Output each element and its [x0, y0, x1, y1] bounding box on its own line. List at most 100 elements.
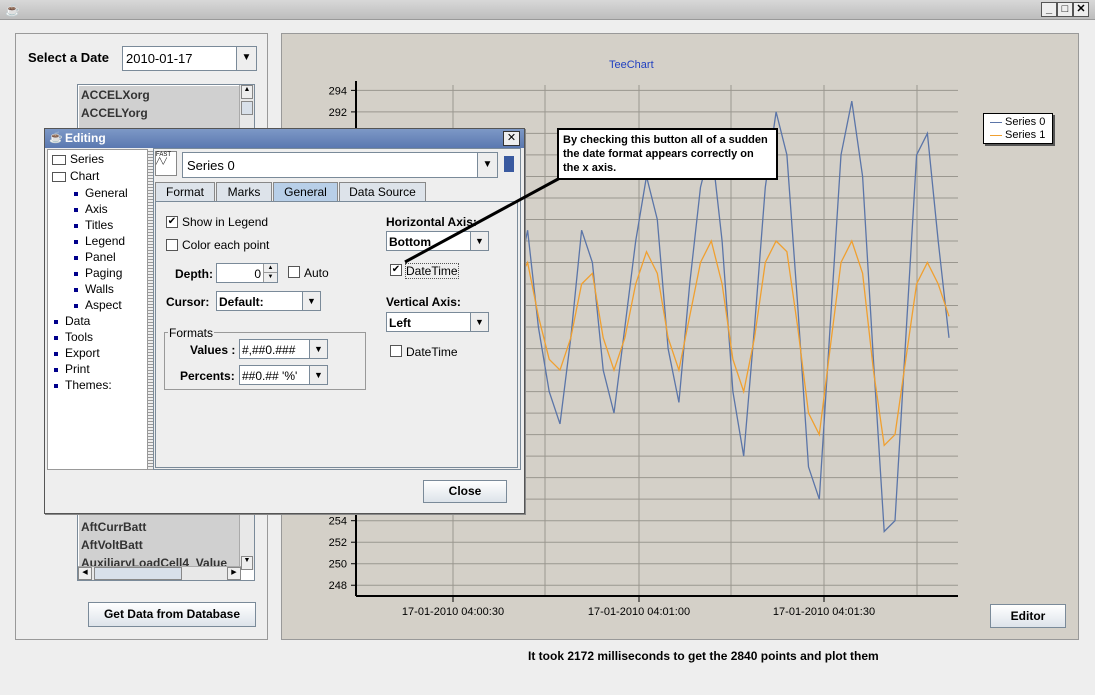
tree-item-legend[interactable]: Legend [74, 234, 125, 248]
series-select-value: Series 0 [187, 158, 235, 173]
horizontal-scrollbar[interactable]: ◀ ▶ [78, 566, 241, 580]
bullet-icon [74, 271, 78, 276]
color-each-point-label: Color each point [182, 238, 270, 252]
date-label: Select a Date [28, 50, 109, 65]
list-item[interactable]: ACCELXorg [81, 88, 150, 102]
tree-item-general[interactable]: General [74, 186, 128, 200]
color-each-point-checkbox[interactable] [166, 239, 178, 251]
tree-item-series[interactable]: Series [52, 152, 104, 166]
x-tick-label: 17-01-2010 04:01:00 [588, 606, 690, 618]
tree-item-panel[interactable]: Panel [74, 250, 116, 264]
tab-marks[interactable]: Marks [216, 182, 272, 202]
tree-item-aspect[interactable]: Aspect [74, 298, 122, 312]
bullet-icon [54, 335, 58, 340]
vertical-datetime-label: DateTime [406, 345, 458, 359]
tree-label: Legend [85, 234, 126, 248]
tree-label: Panel [85, 250, 116, 264]
chart-title: TeeChart [609, 59, 654, 71]
chevron-down-icon[interactable]: ▼ [309, 340, 327, 358]
bullet-icon [74, 287, 78, 292]
tree-label: Paging [85, 266, 123, 280]
horizontal-axis-label: Horizontal Axis: [386, 215, 477, 229]
series-select[interactable]: Series 0 ▼ [182, 152, 498, 178]
tree-item-titles[interactable]: Titles [74, 218, 113, 232]
editor-tree[interactable]: Series Chart General Axis Titles Legend … [47, 149, 148, 470]
list-item[interactable]: ACCELYorg [81, 106, 148, 120]
bullet-icon [74, 223, 78, 228]
date-value: 2010-01-17 [126, 51, 193, 66]
tree-label: Axis [85, 202, 108, 216]
chevron-down-icon[interactable]: ▼ [302, 292, 320, 310]
stepper-down-icon[interactable]: ▼ [263, 273, 277, 282]
tab-data-source[interactable]: Data Source [339, 182, 426, 202]
bullet-icon [54, 319, 58, 324]
tab-format[interactable]: Format [155, 182, 215, 202]
values-format-select[interactable]: #,##0.### ▼ [239, 339, 328, 359]
tree-item-print[interactable]: Print [54, 362, 90, 376]
tree-item-chart[interactable]: Chart [52, 169, 99, 183]
minimize-button[interactable]: _ [1041, 2, 1057, 17]
scroll-right-icon[interactable]: ▶ [227, 567, 241, 580]
auto-checkbox[interactable] [288, 266, 300, 278]
vertical-axis-select[interactable]: Left ▼ [386, 312, 489, 332]
tree-item-themes[interactable]: Themes: [54, 378, 112, 392]
tree-item-data[interactable]: Data [54, 314, 90, 328]
show-in-legend-checkbox[interactable]: ✔ [166, 216, 178, 228]
tree-item-axis[interactable]: Axis [74, 202, 108, 216]
tree-item-paging[interactable]: Paging [74, 266, 122, 280]
bullet-icon [74, 191, 78, 196]
chart-legend[interactable]: Series 0 Series 1 [983, 113, 1053, 144]
tree-label: Export [65, 346, 100, 360]
date-select[interactable]: 2010-01-17 ▼ [122, 46, 257, 71]
scroll-down-icon[interactable]: ▼ [241, 556, 253, 570]
show-in-legend-label: Show in Legend [182, 215, 269, 229]
chevron-down-icon[interactable]: ▼ [309, 366, 327, 384]
bullet-icon [74, 303, 78, 308]
chevron-down-icon[interactable]: ▼ [470, 232, 488, 250]
percents-format-select[interactable]: ##0.## '%' ▼ [239, 365, 328, 385]
x-tick-label: 17-01-2010 04:01:30 [773, 606, 875, 618]
depth-value: 0 [254, 267, 261, 281]
y-tick-label: 292 [329, 107, 347, 119]
tree-item-export[interactable]: Export [54, 346, 100, 360]
scroll-up-icon[interactable]: ▲ [241, 85, 253, 99]
cursor-label: Cursor: [166, 295, 210, 309]
chevron-down-icon[interactable]: ▼ [236, 47, 256, 70]
legend-item-series-1: Series 1 [990, 129, 1045, 141]
hscroll-thumb[interactable] [94, 567, 182, 580]
tree-label: Data [65, 314, 91, 328]
dialog-titlebar[interactable]: ☕ Editing [45, 129, 524, 148]
tree-item-walls[interactable]: Walls [74, 282, 114, 296]
cursor-select[interactable]: Default: ▼ [216, 291, 321, 311]
tree-label: Aspect [85, 298, 122, 312]
legend-label: Series 1 [1005, 129, 1046, 141]
tree-label: Tools [65, 330, 94, 344]
editor-button[interactable]: Editor [990, 604, 1066, 628]
stepper-up-icon[interactable]: ▲ [263, 264, 277, 273]
scroll-thumb[interactable] [241, 101, 253, 115]
percents-label: Percents: [180, 369, 235, 383]
chevron-down-icon[interactable]: ▼ [477, 153, 497, 177]
horizontal-axis-select[interactable]: Bottom ▼ [386, 231, 489, 251]
list-item[interactable]: AftCurrBatt [81, 520, 146, 534]
get-data-button[interactable]: Get Data from Database [88, 602, 256, 627]
bullet-icon [74, 239, 78, 244]
list-item[interactable]: AftVoltBatt [81, 538, 143, 552]
tree-item-tools[interactable]: Tools [54, 330, 93, 344]
chevron-down-icon[interactable]: ▼ [470, 313, 488, 331]
vertical-datetime-checkbox[interactable] [390, 345, 402, 357]
dialog-close-icon[interactable]: ✕ [503, 131, 520, 146]
scroll-left-icon[interactable]: ◀ [78, 567, 92, 580]
dialog-title: Editing [65, 131, 106, 145]
close-window-button[interactable]: ✕ [1073, 2, 1089, 17]
maximize-button[interactable]: □ [1057, 2, 1073, 17]
depth-stepper[interactable]: 0 ▲ ▼ [216, 263, 278, 283]
bullet-icon [54, 351, 58, 356]
close-button[interactable]: Close [423, 480, 507, 503]
horizontal-datetime-checkbox[interactable]: ✔ [390, 264, 402, 276]
tab-general[interactable]: General [273, 182, 338, 202]
horizontal-datetime-label: DateTime [405, 263, 459, 279]
cursor-value: Default: [219, 295, 264, 309]
series-color-swatch[interactable] [504, 156, 514, 172]
tree-label: Chart [70, 169, 100, 183]
